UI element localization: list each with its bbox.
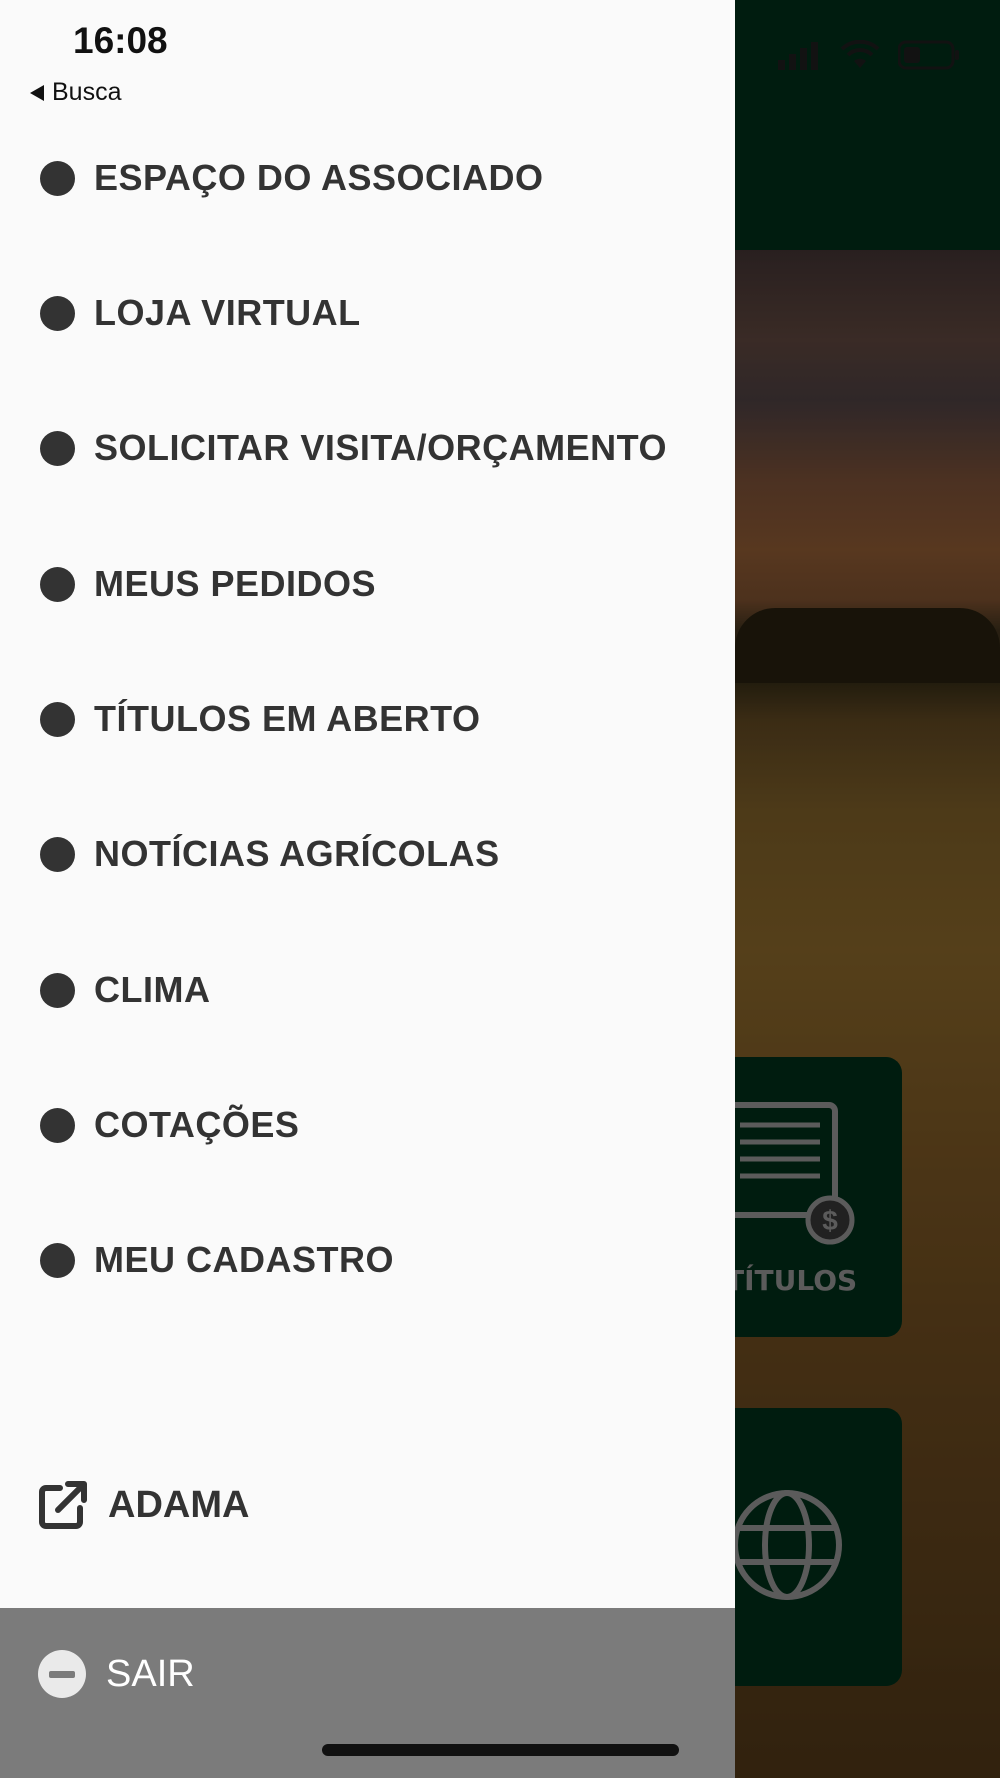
bullet-icon — [40, 701, 75, 737]
bullet-icon — [40, 430, 75, 466]
menu-item-titulos-em-aberto[interactable]: TÍTULOS EM ABERTO — [40, 689, 481, 749]
adama-label: ADAMA — [108, 1483, 250, 1526]
home-indicator[interactable] — [322, 1744, 679, 1756]
menu-item-label: ESPAÇO DO ASSOCIADO — [94, 157, 544, 198]
logout-button[interactable]: SAIR — [38, 1650, 195, 1698]
menu-item-label: CLIMA — [94, 969, 211, 1010]
bullet-icon — [40, 1107, 75, 1143]
back-arrow-icon — [30, 84, 44, 101]
bullet-icon — [40, 836, 75, 872]
menu-item-solicitar-visita[interactable]: SOLICITAR VISITA/ORÇAMENTO — [40, 418, 667, 478]
bullet-icon — [40, 295, 75, 331]
menu-item-label: NOTÍCIAS AGRÍCOLAS — [94, 833, 500, 874]
menu-item-loja-virtual[interactable]: LOJA VIRTUAL — [40, 283, 361, 343]
bullet-icon — [40, 160, 75, 196]
menu-item-meu-cadastro[interactable]: MEU CADASTRO — [40, 1230, 394, 1290]
menu-item-label: MEU CADASTRO — [94, 1239, 394, 1280]
menu-item-label: SOLICITAR VISITA/ORÇAMENTO — [94, 427, 668, 468]
menu-item-espaco-do-associado[interactable]: ESPAÇO DO ASSOCIADO — [40, 148, 544, 208]
bullet-icon — [40, 972, 75, 1008]
bullet-icon — [40, 566, 75, 602]
status-time: 16:08 — [73, 20, 168, 61]
back-label: Busca — [52, 78, 122, 106]
external-link-icon — [39, 1481, 87, 1529]
menu-item-meus-pedidos[interactable]: MEUS PEDIDOS — [40, 554, 376, 614]
bullet-icon — [40, 1242, 75, 1278]
menu-item-label: COTAÇÕES — [94, 1104, 300, 1145]
side-drawer: 16:08 Busca ESPAÇO DO ASSOCIADO LOJA VIR… — [0, 0, 735, 1778]
minus-circle-icon — [38, 1650, 86, 1698]
menu-item-label: TÍTULOS EM ABERTO — [94, 698, 481, 739]
menu-item-cotacoes[interactable]: COTAÇÕES — [40, 1095, 299, 1155]
menu-item-label: MEUS PEDIDOS — [94, 563, 377, 604]
menu-item-clima[interactable]: CLIMA — [40, 960, 210, 1020]
menu-item-noticias-agricolas[interactable]: NOTÍCIAS AGRÍCOLAS — [40, 824, 500, 884]
adama-external-link[interactable]: ADAMA — [38, 1480, 249, 1530]
menu-item-label: LOJA VIRTUAL — [94, 292, 361, 333]
back-to-busca-link[interactable]: Busca — [30, 78, 121, 107]
logout-label: SAIR — [106, 1652, 195, 1695]
